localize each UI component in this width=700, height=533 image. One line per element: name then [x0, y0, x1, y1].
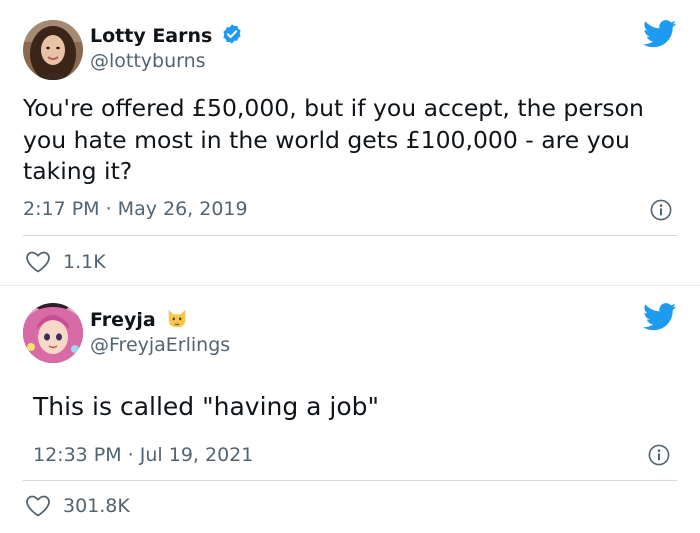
timestamp[interactable]: 12:33 PM · Jul 19, 2021 [33, 444, 253, 466]
divider [23, 235, 677, 236]
avatar[interactable] [23, 20, 83, 80]
cat-face-icon [166, 307, 188, 334]
divider [23, 480, 677, 481]
like-count: 301.8K [63, 495, 130, 517]
like-count: 1.1K [63, 251, 106, 273]
heart-icon [25, 494, 51, 518]
display-name[interactable]: Lotty Earns [90, 23, 243, 50]
handle[interactable]: @lottyburns [90, 50, 206, 72]
tweet-card-2: Freyja @FreyjaErlings This is called "ha… [0, 285, 700, 533]
twitter-bird-icon[interactable] [643, 20, 677, 48]
avatar[interactable] [23, 303, 83, 363]
like-button[interactable]: 1.1K [25, 250, 106, 274]
timestamp[interactable]: 2:17 PM · May 26, 2019 [23, 198, 248, 220]
info-icon[interactable] [650, 199, 672, 221]
like-button[interactable]: 301.8K [25, 494, 130, 518]
info-icon[interactable] [648, 444, 670, 466]
twitter-bird-icon[interactable] [643, 303, 677, 331]
display-name[interactable]: Freyja [90, 307, 188, 334]
handle[interactable]: @FreyjaErlings [90, 334, 230, 356]
tweet-text: This is called "having a job" [33, 392, 380, 421]
tweet-card-1: Lotty Earns @lottyburns You're offered £… [0, 0, 700, 285]
tweet-text: You're offered £50,000, but if you accep… [23, 94, 644, 185]
verified-badge-icon [221, 23, 243, 50]
heart-icon [25, 250, 51, 274]
